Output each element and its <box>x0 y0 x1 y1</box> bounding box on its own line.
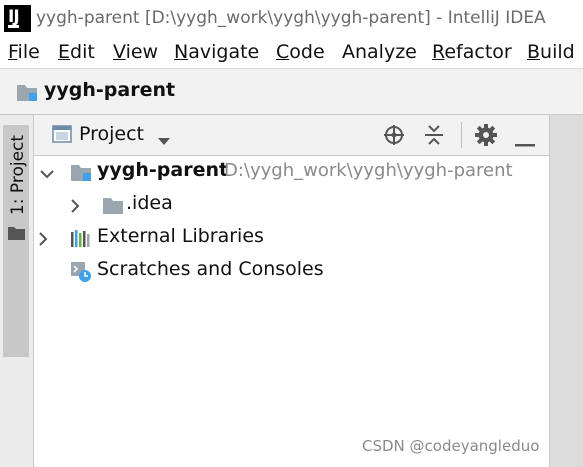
tree-item-idea[interactable]: .idea <box>34 189 549 222</box>
left-tool-strip: 1: Project <box>0 115 34 467</box>
tree-item-label: yygh-parent <box>97 159 229 181</box>
module-folder-icon <box>70 162 92 186</box>
menu-view[interactable]: View <box>113 41 158 63</box>
project-panel-header: Project <box>34 115 549 156</box>
module-folder-icon <box>16 82 38 106</box>
locate-icon[interactable] <box>383 124 405 150</box>
project-tool-tab[interactable]: 1: Project <box>3 125 29 357</box>
window-title: yygh-parent [D:\yygh_work\yygh\yygh-pare… <box>36 8 546 28</box>
scratches-icon <box>70 261 92 287</box>
collapse-all-icon[interactable] <box>424 124 444 150</box>
tree-item-label: .idea <box>126 192 173 214</box>
tree-item-label: Scratches and Consoles <box>97 258 324 280</box>
menu-file[interactable]: File <box>8 41 40 63</box>
tree-item-scratches[interactable]: Scratches and Consoles <box>34 255 549 288</box>
menu-refactor[interactable]: Refactor <box>432 41 512 63</box>
navigation-bar: yygh-parent <box>0 69 583 115</box>
menu-edit[interactable]: Edit <box>58 41 95 63</box>
breadcrumb-project[interactable]: yygh-parent <box>44 79 175 101</box>
watermark: CSDN @codeyangleduo <box>362 437 540 455</box>
chevron-down-icon[interactable] <box>158 131 170 150</box>
library-icon <box>70 228 92 252</box>
menu-bar: File Edit View Navigate Code Analyze Ref… <box>0 38 583 69</box>
menu-navigate[interactable]: Navigate <box>174 41 259 63</box>
menu-build[interactable]: Build <box>527 41 575 63</box>
gear-icon[interactable] <box>475 124 497 150</box>
chevron-right-icon[interactable] <box>38 231 48 250</box>
folder-icon <box>8 225 25 244</box>
chevron-right-icon[interactable] <box>70 198 80 217</box>
header-separator <box>461 122 462 148</box>
menu-code[interactable]: Code <box>276 41 325 63</box>
intellij-icon: IJ <box>4 5 31 32</box>
minimize-icon[interactable] <box>515 133 535 152</box>
tree-item-label: External Libraries <box>97 225 264 247</box>
project-tree: yygh-parent D:\yygh_work\yygh\yygh-paren… <box>34 156 549 467</box>
tree-item-external-libraries[interactable]: External Libraries <box>34 222 549 255</box>
folder-icon <box>102 195 124 219</box>
project-view-icon <box>52 125 72 147</box>
project-view-selector[interactable]: Project <box>79 123 144 145</box>
tree-item-root[interactable]: yygh-parent D:\yygh_work\yygh\yygh-paren… <box>34 156 549 189</box>
tree-item-path: D:\yygh_work\yygh\yygh-parent <box>224 160 513 181</box>
title-bar: IJ yygh-parent [D:\yygh_work\yygh\yygh-p… <box>0 0 583 38</box>
chevron-down-icon[interactable] <box>40 165 54 184</box>
menu-analyze[interactable]: Analyze <box>342 41 417 63</box>
right-tool-strip <box>549 115 583 467</box>
project-tab-label: 1: Project <box>8 134 28 216</box>
